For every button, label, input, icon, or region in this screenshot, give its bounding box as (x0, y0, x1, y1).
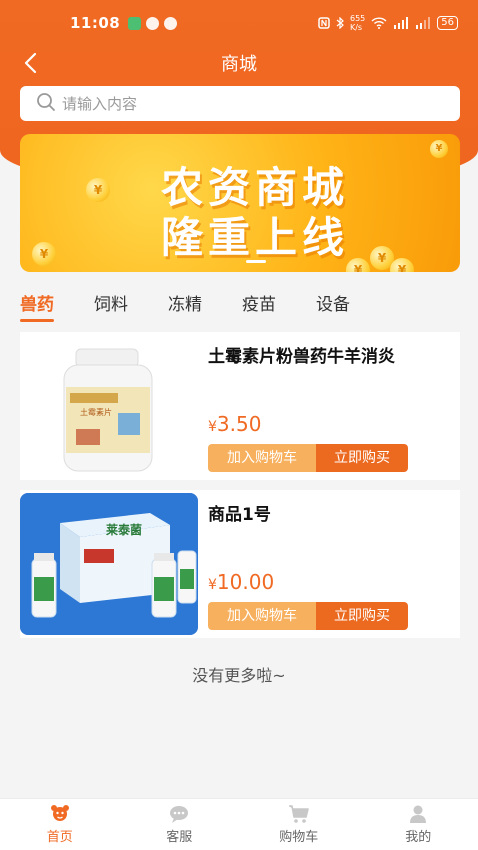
category-tabs: 兽药 饲料 冻精 疫苗 设备 (20, 290, 390, 322)
notification-icons (128, 16, 178, 30)
product-name: 商品1号 (208, 505, 271, 525)
coin-icon: ¥ (390, 258, 414, 272)
nav-customer-service[interactable]: 客服 (120, 799, 240, 850)
product-name: 土霉素片粉兽药牛羊消炎 (208, 347, 395, 367)
banner-indicator (246, 260, 266, 263)
product-image-label: 土霉素片 (80, 408, 112, 417)
coin-icon: ¥ (430, 140, 448, 158)
message-icon (164, 16, 178, 30)
signal-icon (393, 17, 409, 29)
bottom-navigation: 首页 客服 购物车 我的 (0, 798, 478, 850)
price-value: 3.50 (216, 412, 262, 436)
tab-equipment[interactable]: 设备 (316, 290, 350, 320)
buy-now-button[interactable]: 立即购买 (316, 444, 408, 472)
search-input[interactable] (62, 94, 422, 113)
wechat-icon (146, 16, 160, 30)
tab-frozen-semen[interactable]: 冻精 (168, 290, 202, 320)
product-actions: 加入购物车 立即购买 (208, 444, 408, 472)
status-right-icons: 655 K/s 56 (318, 14, 458, 32)
status-bar: 11:08 655 K/s 56 (0, 0, 478, 46)
net-speed: 655 K/s (349, 14, 366, 32)
chevron-left-icon[interactable] (16, 48, 46, 78)
user-icon (410, 805, 427, 823)
product-info: 土霉素片粉兽药牛羊消炎 ¥3.50 加入购物车 立即购买 (206, 332, 460, 480)
add-to-cart-button[interactable]: 加入购物车 (208, 602, 316, 630)
nav-customer-service-label: 客服 (166, 830, 193, 845)
nav-home-label: 首页 (46, 830, 73, 845)
promo-banner[interactable]: ¥ ¥ ¥ ¥ ¥ ¥ 农资商城 隆重上线 (20, 134, 460, 272)
product-info: 商品1号 ¥10.00 加入购物车 立即购买 (206, 490, 460, 638)
navigation-bar: 商城 (0, 44, 478, 82)
status-time: 11:08 (70, 14, 121, 32)
tab-vaccines[interactable]: 疫苗 (242, 290, 276, 320)
shield-app-icon (128, 16, 142, 30)
nav-cart[interactable]: 购物车 (239, 799, 359, 850)
price-value: 10.00 (216, 570, 275, 594)
search-bar[interactable] (20, 86, 460, 121)
search-icon (36, 92, 56, 116)
page-title: 商城 (221, 54, 257, 75)
home-icon (50, 805, 69, 821)
signal-icon-2 (415, 17, 431, 29)
tab-feed[interactable]: 饲料 (94, 290, 128, 320)
nav-cart-label: 购物车 (279, 830, 319, 845)
add-to-cart-button[interactable]: 加入购物车 (208, 444, 316, 472)
product-actions: 加入购物车 立即购买 (208, 602, 408, 630)
product-image-label: 莱泰菌 (106, 523, 143, 537)
cart-icon (288, 805, 309, 823)
product-price: ¥10.00 (208, 570, 274, 594)
product-price: ¥3.50 (208, 412, 261, 436)
buy-now-button[interactable]: 立即购买 (316, 602, 408, 630)
nav-home[interactable]: 首页 (0, 799, 120, 850)
nav-profile-label: 我的 (405, 830, 432, 845)
no-more-text: 没有更多啦~ (192, 666, 286, 685)
currency-symbol: ¥ (208, 419, 217, 435)
currency-symbol: ¥ (208, 577, 217, 593)
product-card[interactable]: 土霉素片 土霉素片粉兽药牛羊消炎 ¥3.50 加入购物车 立即购买 (20, 332, 460, 480)
nfc-icon (318, 17, 330, 29)
chat-icon (170, 806, 189, 823)
bluetooth-icon (336, 16, 344, 30)
product-card[interactable]: 莱泰菌 商品1号 ¥10.00 加入购物车 立即购买 (20, 490, 460, 638)
coin-icon: ¥ (86, 178, 110, 202)
coin-icon: ¥ (32, 242, 56, 266)
battery-indicator: 56 (437, 16, 458, 30)
tab-veterinary-drugs[interactable]: 兽药 (20, 290, 54, 322)
wifi-icon (371, 17, 387, 29)
banner-line-2: 隆重上线 (160, 213, 349, 262)
nav-profile[interactable]: 我的 (359, 799, 478, 850)
product-image[interactable]: 莱泰菌 (20, 493, 198, 635)
product-image[interactable]: 土霉素片 (20, 335, 198, 477)
